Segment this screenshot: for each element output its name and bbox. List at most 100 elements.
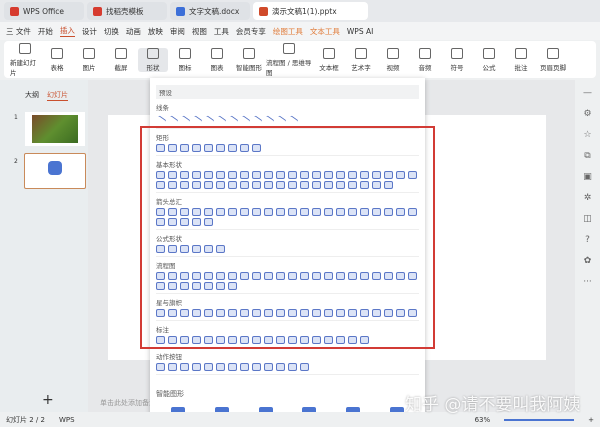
ribbon-icon	[211, 47, 223, 59]
shape-option[interactable]	[180, 363, 189, 371]
shape-option[interactable]	[300, 363, 309, 371]
zoom-slider[interactable]	[504, 418, 575, 421]
shape-option[interactable]	[264, 363, 273, 371]
menu-item[interactable]: 插入	[59, 25, 75, 37]
ribbon-button[interactable]: 图标	[170, 47, 200, 72]
shape-option[interactable]	[204, 363, 213, 371]
right-toolbar: — ⚙ ☆ ⧉ ▣ ✲ ◫? ✿ ···	[575, 80, 600, 412]
menu-item[interactable]: 视图	[192, 26, 207, 37]
add-slide-button[interactable]: +	[42, 392, 54, 408]
copy-icon[interactable]: ⧉	[584, 151, 590, 161]
properties-icon[interactable]: ⚙	[583, 109, 591, 119]
slide-thumbnail-2[interactable]	[24, 153, 86, 189]
ribbon-button[interactable]: 图片	[74, 47, 104, 72]
ribbon-icon	[323, 47, 335, 59]
tab-0[interactable]: WPS Office	[4, 2, 84, 20]
app-label[interactable]: WPS	[59, 416, 75, 424]
ribbon-label: 艺术字	[351, 63, 371, 72]
ribbon-button[interactable]: 表格	[42, 47, 72, 72]
ribbon-label: 新建幻灯片	[10, 58, 36, 77]
ribbon-label: 视频	[386, 63, 400, 72]
layout-icon[interactable]: ◫	[583, 214, 592, 224]
ribbon-button[interactable]: 截屏	[106, 47, 136, 72]
tab-slides[interactable]: 幻灯片	[47, 90, 68, 101]
star-icon[interactable]: ☆	[583, 130, 591, 140]
document-icon	[93, 6, 102, 16]
slide-thumbnail-1[interactable]	[25, 112, 85, 146]
magic-icon[interactable]: ✲	[584, 193, 592, 203]
tab-3[interactable]: 演示文稿1(1).pptx	[253, 2, 368, 20]
shape-option[interactable]	[168, 363, 177, 371]
ribbon-button[interactable]: 智能图形	[234, 47, 264, 72]
ribbon-button[interactable]: 视频	[378, 47, 408, 72]
watermark: 知乎 @请不要叫我阿姨	[405, 395, 581, 415]
menu-item[interactable]: 开始	[38, 26, 53, 37]
document-icon	[176, 6, 185, 16]
menu-item[interactable]: 文本工具	[310, 26, 340, 37]
zoom-level[interactable]: 63%	[475, 416, 491, 424]
ribbon-icon	[243, 47, 255, 59]
menu-item[interactable]: WPS AI	[347, 27, 373, 36]
ribbon-button[interactable]: 文本框	[314, 47, 344, 72]
ribbon-icon	[19, 42, 31, 54]
ribbon-icon	[451, 47, 463, 59]
ribbon-icon	[83, 47, 95, 59]
slide-number: 2	[14, 158, 18, 165]
help-icon[interactable]: ?	[585, 235, 590, 245]
ribbon-button[interactable]: 公式	[474, 47, 504, 72]
zoom-in-button[interactable]: +	[588, 416, 594, 424]
menu-item[interactable]: 工具	[214, 26, 229, 37]
shape-option[interactable]	[192, 363, 201, 371]
shape-option[interactable]	[276, 363, 285, 371]
shape-option[interactable]	[288, 363, 297, 371]
shape-option[interactable]	[240, 363, 249, 371]
tab-2[interactable]: 文字文稿.docx	[170, 2, 250, 20]
tab-1[interactable]: 找稻壳模板	[87, 2, 167, 20]
ribbon-button[interactable]: 流程图 / 思维导图	[266, 42, 312, 77]
ribbon-button[interactable]: 新建幻灯片	[10, 42, 40, 77]
menu-item[interactable]: 设计	[82, 26, 97, 37]
ribbon-insert: 新建幻灯片 表格 图片 截屏 形状 图标 图表 智能图形 流程图 / 思维导图 文本框 艺术字 视频 音…	[4, 41, 596, 78]
ribbon-icon	[419, 47, 431, 59]
ribbon-label: 文本框	[319, 63, 339, 72]
menu-item[interactable]: 切换	[104, 26, 119, 37]
ribbon-button[interactable]: 页眉页脚	[538, 47, 568, 72]
slide-number: 1	[14, 114, 18, 121]
menu-item[interactable]: 会员专享	[236, 26, 266, 37]
shape-option[interactable]	[252, 363, 261, 371]
ribbon-button[interactable]: 批注	[506, 47, 536, 72]
tab-outline[interactable]: 大纲	[25, 90, 39, 101]
ribbon-label: 截屏	[114, 63, 128, 72]
shape-option[interactable]	[228, 363, 237, 371]
tools-icon[interactable]: ✿	[584, 256, 592, 266]
menu-item[interactable]: 三 文件	[6, 26, 31, 37]
ribbon-label: 智能图形	[236, 63, 262, 72]
ribbon-button[interactable]: 音频	[410, 47, 440, 72]
menu-item[interactable]: 绘图工具	[273, 26, 303, 37]
menu-item[interactable]: 审阅	[170, 26, 185, 37]
section-title: 预设	[156, 85, 419, 99]
image-icon[interactable]: ▣	[583, 172, 592, 182]
ribbon-button[interactable]: 艺术字	[346, 47, 376, 72]
notes-placeholder[interactable]: 单击此处添加备注	[100, 398, 156, 408]
title-bar: WPS Office 找稻壳模板 文字文稿.docx 演示文稿1(1).pptx	[0, 0, 600, 22]
more-icon[interactable]: ···	[583, 277, 592, 287]
ribbon-button[interactable]: 图表	[202, 47, 232, 72]
ribbon-label: 音频	[418, 63, 432, 72]
menu-item[interactable]: 放映	[148, 26, 163, 37]
ribbon-icon	[179, 47, 191, 59]
ribbon-button[interactable]: 符号	[442, 47, 472, 72]
shape-option[interactable]	[216, 363, 225, 371]
ribbon-icon	[547, 47, 559, 59]
menu-item[interactable]: 动画	[126, 26, 141, 37]
ribbon-label: 页眉页脚	[540, 63, 566, 72]
ribbon-icon	[483, 47, 495, 59]
ribbon-icon	[355, 47, 367, 59]
ribbon-button[interactable]: 形状	[138, 47, 168, 72]
photo-thumbnail	[32, 115, 78, 143]
shape-option[interactable]	[156, 363, 165, 371]
ribbon-label: 图标	[178, 63, 192, 72]
tab-label: 找稻壳模板	[106, 6, 144, 16]
collapse-icon[interactable]: —	[583, 88, 592, 98]
ribbon-icon	[147, 47, 159, 59]
